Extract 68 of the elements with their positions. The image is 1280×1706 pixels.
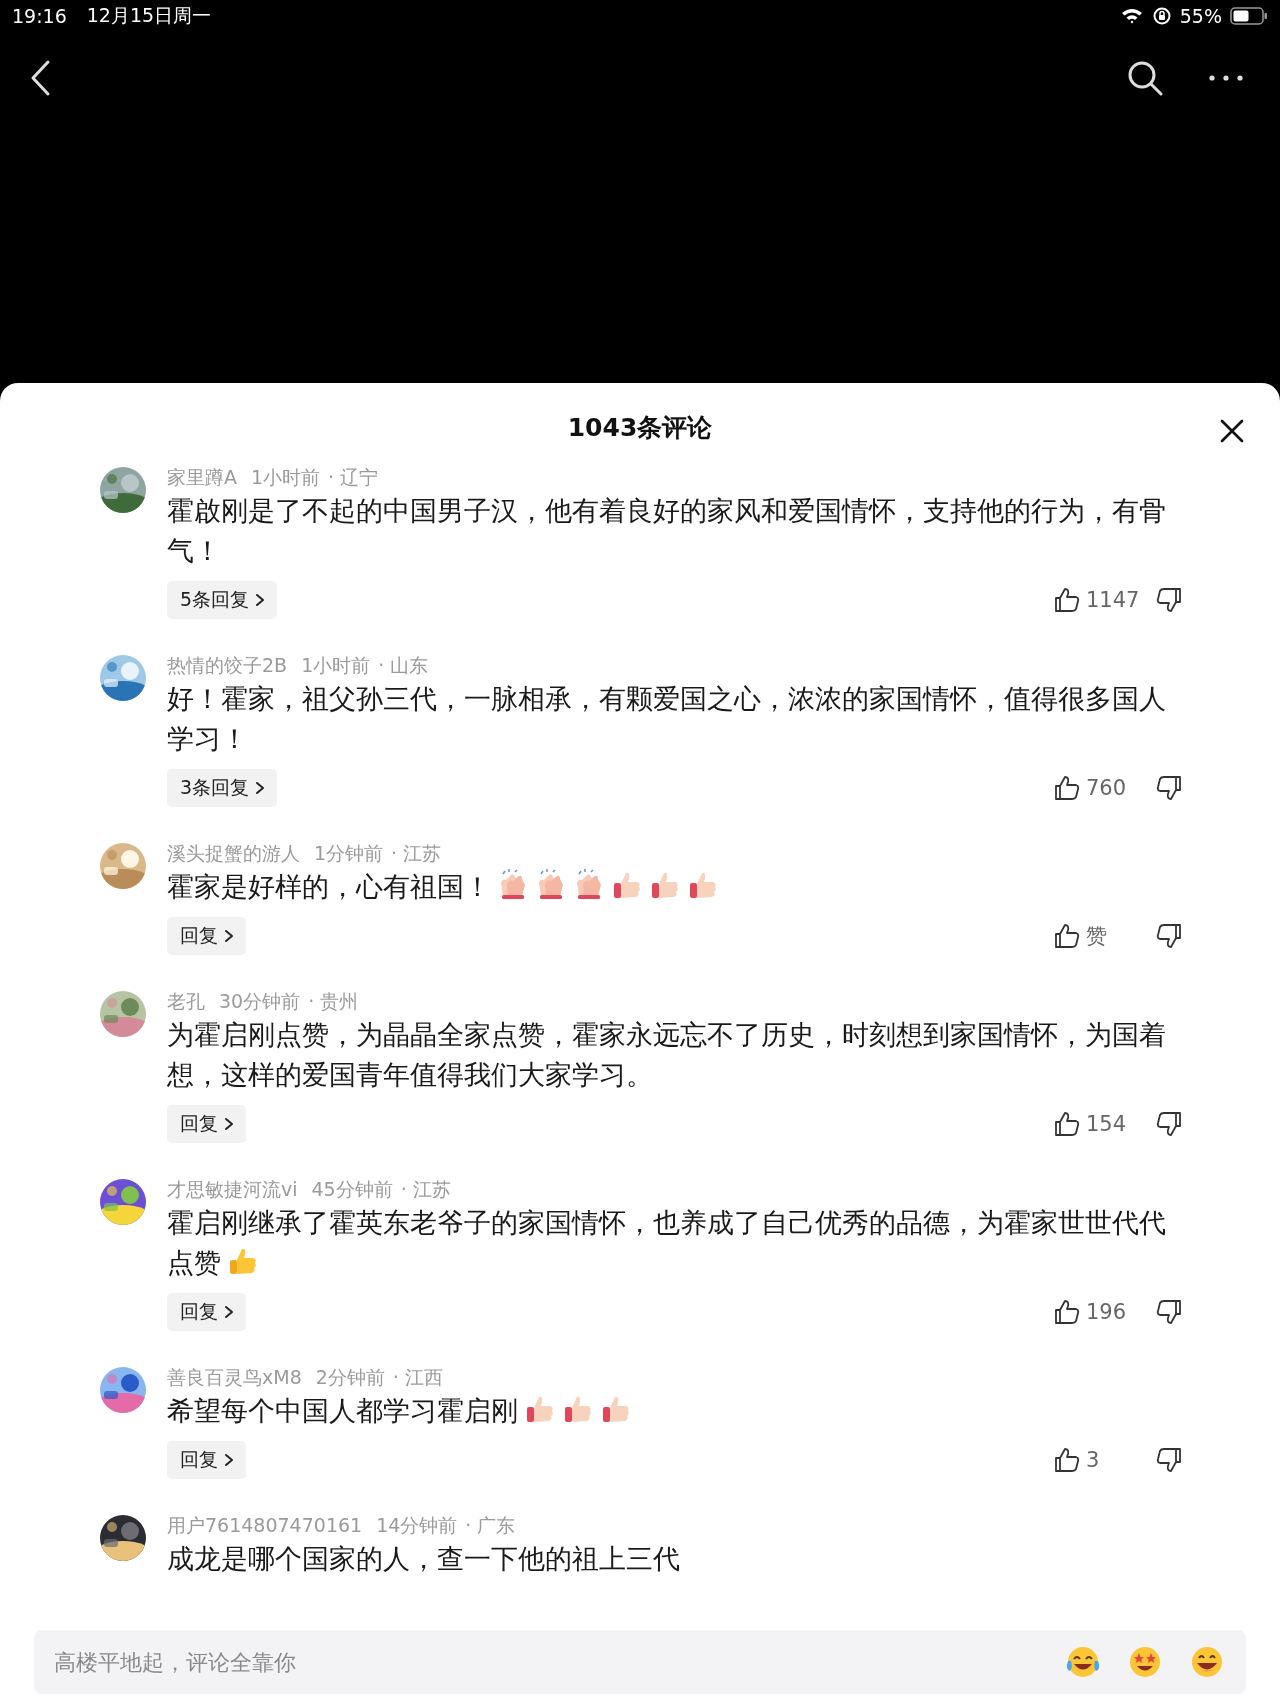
comment-text: 霍啟刚是了不起的中国男子汉，他有着良好的家风和爱国情怀，支持他的行为，有骨气！ <box>167 494 1167 568</box>
battery-percent: 55% <box>1179 5 1222 27</box>
battery-icon <box>1230 6 1268 26</box>
comment-author[interactable]: 老孔 <box>167 987 205 1015</box>
replies-button[interactable]: 5条回复 <box>167 581 278 619</box>
comment-text: 霍启刚继承了霍英东老爷子的家国情怀，也养成了自己优秀的品德，为霍家世世代代点赞 <box>167 1206 1167 1280</box>
search-icon[interactable] <box>1126 59 1164 97</box>
comment-author[interactable]: 家里蹲A <box>167 463 237 491</box>
like-count: 154 <box>1086 1112 1128 1136</box>
chevron-icon <box>255 593 266 607</box>
thumbs-up-icon[interactable] <box>1054 1299 1080 1325</box>
like-count: 1147 <box>1086 588 1141 612</box>
comment-text: 为霍启刚点赞，为晶晶全家点赞，霍家永远忘不了历史，时刻想到家国情怀，为国着想，这样的爱国青年值得我们大家学习。 <box>167 1018 1167 1092</box>
chevron-icon <box>224 1117 234 1131</box>
like-count: 赞 <box>1086 923 1108 950</box>
comment-text: 希望每个中国人都学习霍启刚 <box>167 1391 1179 1431</box>
thumbs-down-icon[interactable] <box>1156 587 1182 613</box>
comment-location: · 江苏 <box>391 841 442 866</box>
like-count: 196 <box>1086 1300 1128 1324</box>
comment-time: 45分钟前 <box>311 1177 393 1202</box>
thumbs-down-icon[interactable] <box>1156 923 1182 949</box>
thumbs-up-icon[interactable] <box>1054 775 1080 801</box>
thumbs-up-icon[interactable] <box>1054 923 1080 949</box>
chevron-icon <box>224 1305 234 1319</box>
comment-text: 好！霍家，祖父孙三代，一脉相承，有颗爱国之心，浓浓的家国情怀，值得很多国人学习！ <box>167 682 1167 756</box>
comment-time: 30分钟前 <box>219 989 301 1014</box>
replies-button[interactable]: 回复 <box>167 1105 246 1143</box>
comment-time: 14分钟前 <box>376 1513 458 1538</box>
status-date: 12月15日周一 <box>86 3 212 28</box>
comment-input-field[interactable]: 高楼平地起，评论全靠你 <box>34 1630 1246 1694</box>
comment-location: · 江西 <box>392 1365 443 1390</box>
thumbs-up-icon[interactable] <box>1054 587 1080 613</box>
chevron-icon <box>224 929 234 943</box>
comment-author[interactable]: 溪头捉蟹的游人 <box>167 839 300 867</box>
comment-author[interactable]: 才思敏捷河流vi <box>167 1175 298 1203</box>
comment-location: · 江苏 <box>400 1177 451 1202</box>
thumbs-up-icon[interactable] <box>1054 1111 1080 1137</box>
like-count: 3 <box>1086 1448 1101 1472</box>
chevron-icon <box>255 781 266 795</box>
comments-title: 1043条评论 <box>567 411 713 444</box>
like-count: 760 <box>1086 776 1128 800</box>
more-icon[interactable] <box>1208 73 1244 83</box>
thumbs-up-icon[interactable] <box>1054 1447 1080 1473</box>
comment-time: 1分钟前 <box>314 841 384 866</box>
thumbs-down-icon[interactable] <box>1156 1447 1182 1473</box>
comment-location: · 山东 <box>378 653 429 678</box>
chevron-icon <box>224 1453 234 1467</box>
comment-text: 霍家是好样的，心有祖国！ <box>167 867 1179 907</box>
comment-location: · 广东 <box>465 1513 516 1538</box>
comment-location: · 贵州 <box>308 989 359 1014</box>
comment-location: · 辽宁 <box>328 465 379 490</box>
replies-button[interactable]: 3条回复 <box>167 769 278 807</box>
comment-time: 1小时前 <box>301 653 371 678</box>
comment-text: 成龙是哪个国家的人，查一下他的祖上三代 <box>167 1542 681 1576</box>
replies-button[interactable]: 回复 <box>167 1441 246 1479</box>
status-time: 19:16 <box>12 5 67 27</box>
comment-time: 2分钟前 <box>315 1365 385 1390</box>
replies-button[interactable]: 回复 <box>167 917 246 955</box>
rotation-lock-icon <box>1151 6 1172 26</box>
thumbs-down-icon[interactable] <box>1156 775 1182 801</box>
comment-time: 1小时前 <box>251 465 321 490</box>
comment-author[interactable]: 善良百灵鸟xM8 <box>167 1363 302 1391</box>
comment-author[interactable]: 用户7614807470161 <box>167 1511 363 1539</box>
replies-button[interactable]: 回复 <box>167 1293 246 1331</box>
thumbs-down-icon[interactable] <box>1156 1111 1182 1137</box>
close-icon[interactable] <box>1220 419 1244 443</box>
comment-author[interactable]: 热情的饺子2B <box>167 651 288 679</box>
thumbs-down-icon[interactable] <box>1156 1299 1182 1325</box>
